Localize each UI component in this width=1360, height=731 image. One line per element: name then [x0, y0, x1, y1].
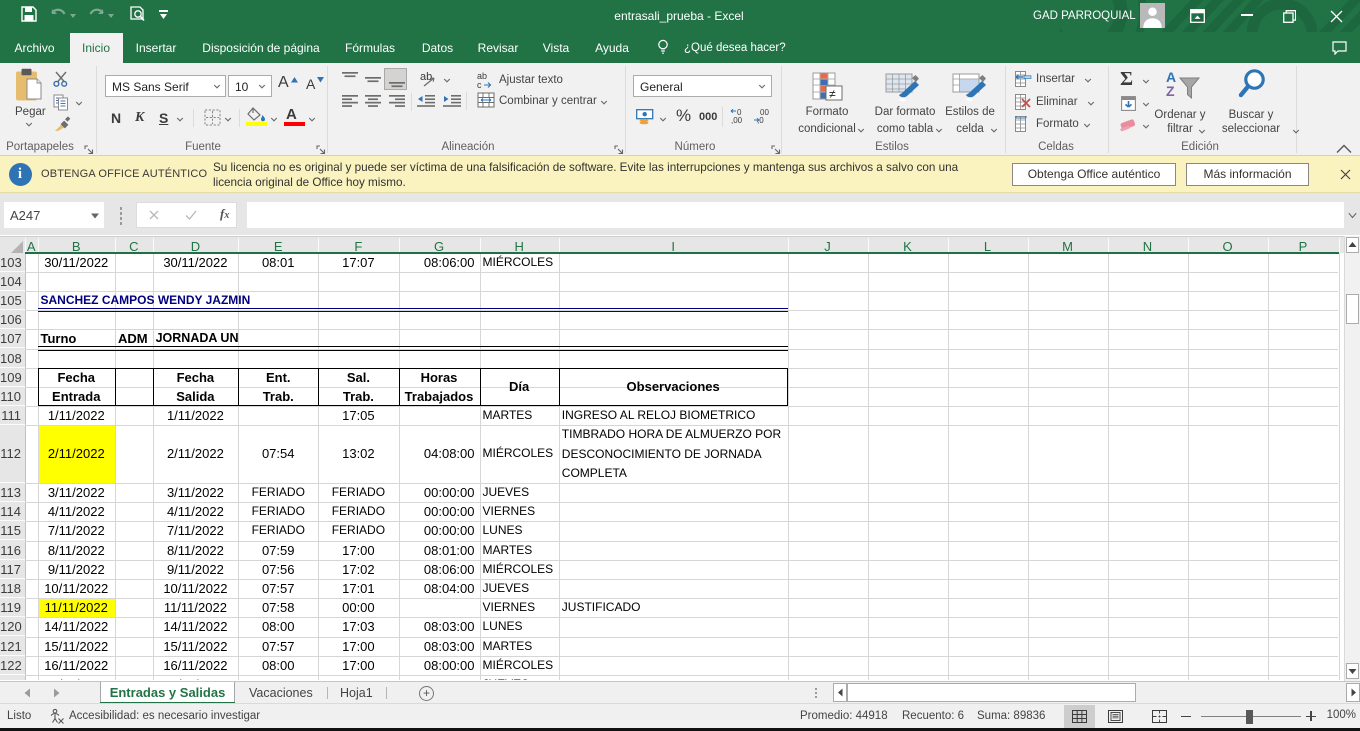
- svg-text:≠: ≠: [829, 87, 836, 101]
- svg-text:c: c: [477, 80, 482, 89]
- svg-text:,00: ,00: [731, 116, 743, 125]
